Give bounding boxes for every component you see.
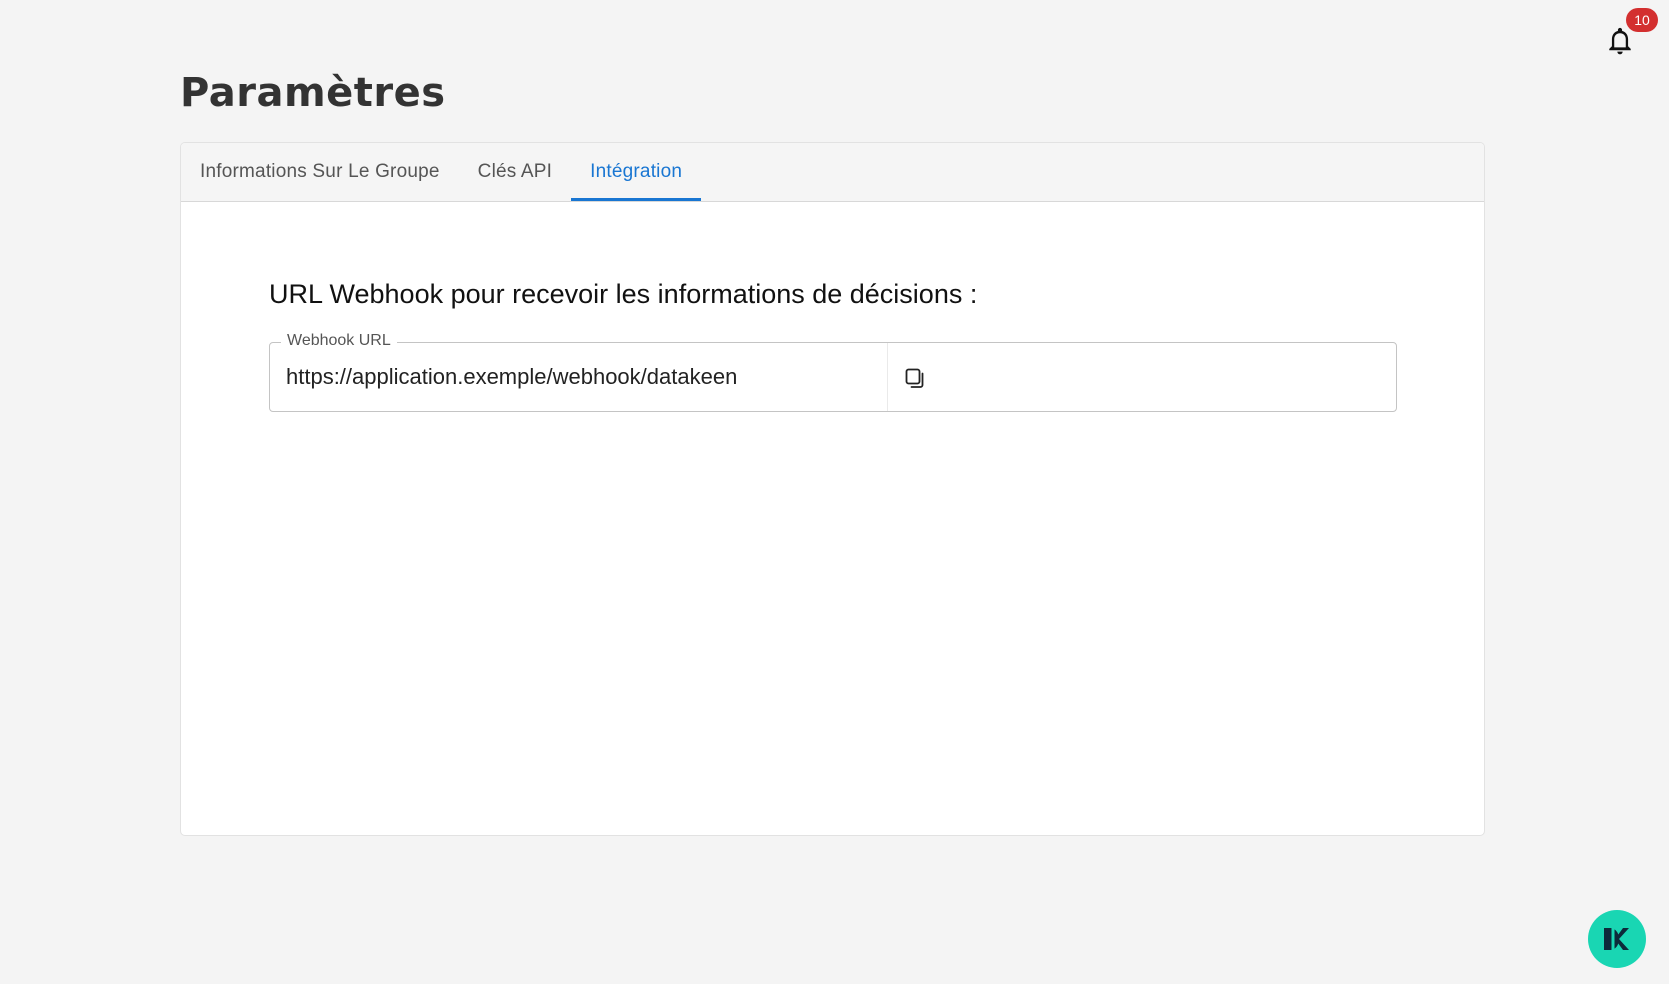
tab-bar: Informations Sur Le Groupe Clés API Inté…	[181, 143, 1484, 202]
notification-badge: 10	[1626, 8, 1658, 32]
webhook-url-input[interactable]	[286, 343, 886, 411]
chat-launcher-button[interactable]	[1588, 910, 1646, 968]
page-title: Paramètres	[180, 70, 446, 116]
copy-icon	[905, 368, 924, 388]
notifications-button[interactable]: 10	[1602, 8, 1658, 58]
field-divider	[887, 343, 888, 411]
copy-button[interactable]	[897, 360, 933, 396]
settings-card: Informations Sur Le Groupe Clés API Inté…	[180, 142, 1485, 836]
bell-icon	[1609, 27, 1631, 55]
tab-api-keys[interactable]: Clés API	[459, 143, 571, 201]
webhook-url-field: Webhook URL	[269, 332, 1397, 412]
tab-group-info[interactable]: Informations Sur Le Groupe	[181, 143, 459, 201]
datakeen-logo-icon	[1604, 928, 1629, 950]
section-title: URL Webhook pour recevoir les informatio…	[269, 279, 978, 309]
tab-integration[interactable]: Intégration	[571, 143, 702, 201]
